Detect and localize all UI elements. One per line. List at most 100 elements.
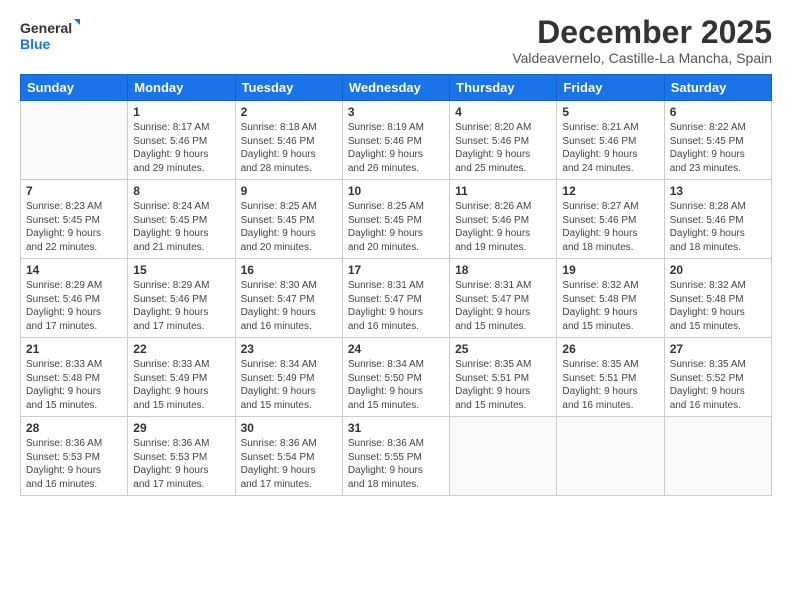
day-number: 3 [348,105,444,119]
day-info: Sunrise: 8:21 AMSunset: 5:46 PMDaylight:… [562,121,658,175]
day-info: Sunrise: 8:25 AMSunset: 5:45 PMDaylight:… [348,200,444,254]
logo: General Blue [20,15,80,55]
svg-text:Blue: Blue [20,36,51,52]
day-number: 25 [455,342,551,356]
day-number: 19 [562,263,658,277]
day-info: Sunrise: 8:29 AMSunset: 5:46 PMDaylight:… [26,279,122,333]
table-row: 12 Sunrise: 8:27 AMSunset: 5:46 PMDayligh… [557,180,664,259]
day-number: 2 [241,105,337,119]
table-row: 7 Sunrise: 8:23 AMSunset: 5:45 PMDaylight… [21,180,128,259]
table-row: 21 Sunrise: 8:33 AMSunset: 5:48 PMDayligh… [21,338,128,417]
col-sunday: Sunday [21,75,128,101]
day-info: Sunrise: 8:35 AMSunset: 5:51 PMDaylight:… [562,358,658,412]
table-row: 10 Sunrise: 8:25 AMSunset: 5:45 PMDayligh… [342,180,449,259]
day-info: Sunrise: 8:24 AMSunset: 5:45 PMDaylight:… [133,200,229,254]
day-number: 24 [348,342,444,356]
title-block: December 2025 Valdeavernelo, Castille-La… [512,15,772,66]
table-row: 4 Sunrise: 8:20 AMSunset: 5:46 PMDaylight… [450,101,557,180]
svg-text:General: General [20,20,72,36]
month-title: December 2025 [512,15,772,50]
day-info: Sunrise: 8:25 AMSunset: 5:45 PMDaylight:… [241,200,337,254]
day-number: 11 [455,184,551,198]
day-info: Sunrise: 8:23 AMSunset: 5:45 PMDaylight:… [26,200,122,254]
table-row: 24 Sunrise: 8:34 AMSunset: 5:50 PMDayligh… [342,338,449,417]
day-info: Sunrise: 8:20 AMSunset: 5:46 PMDaylight:… [455,121,551,175]
day-number: 18 [455,263,551,277]
table-row: 31Sunrise: 8:36 AMSunset: 5:55 PMDayligh… [342,417,449,496]
day-info: Sunrise: 8:36 AMSunset: 5:54 PMDaylight:… [241,437,337,491]
table-row: 30 Sunrise: 8:36 AMSunset: 5:54 PMDayligh… [235,417,342,496]
day-info: Sunrise: 8:22 AMSunset: 5:45 PMDaylight:… [670,121,766,175]
table-row: 9Sunrise: 8:25 AMSunset: 5:45 PMDaylight… [235,180,342,259]
page: General Blue December 2025 Valdeavernelo… [0,0,792,612]
day-number: 29 [133,421,229,435]
day-number: 21 [26,342,122,356]
day-number: 16 [241,263,337,277]
calendar-header-row: Sunday Monday Tuesday Wednesday Thursday… [21,75,772,101]
col-wednesday: Wednesday [342,75,449,101]
day-info: Sunrise: 8:30 AMSunset: 5:47 PMDaylight:… [241,279,337,333]
day-number: 13 [670,184,766,198]
table-row: 26Sunrise: 8:35 AMSunset: 5:51 PMDayligh… [557,338,664,417]
day-info: Sunrise: 8:18 AMSunset: 5:46 PMDaylight:… [241,121,337,175]
logo-svg: General Blue [20,15,80,55]
day-info: Sunrise: 8:31 AMSunset: 5:47 PMDaylight:… [348,279,444,333]
table-row: 6 Sunrise: 8:22 AMSunset: 5:45 PMDaylight… [664,101,771,180]
calendar-week-row: 14Sunrise: 8:29 AMSunset: 5:46 PMDayligh… [21,259,772,338]
day-number: 20 [670,263,766,277]
col-saturday: Saturday [664,75,771,101]
day-number: 5 [562,105,658,119]
day-info: Sunrise: 8:29 AMSunset: 5:46 PMDaylight:… [133,279,229,333]
day-number: 22 [133,342,229,356]
day-number: 28 [26,421,122,435]
day-info: Sunrise: 8:36 AMSunset: 5:55 PMDaylight:… [348,437,444,491]
day-info: Sunrise: 8:27 AMSunset: 5:46 PMDaylight:… [562,200,658,254]
day-info: Sunrise: 8:31 AMSunset: 5:47 PMDaylight:… [455,279,551,333]
day-info: Sunrise: 8:26 AMSunset: 5:46 PMDaylight:… [455,200,551,254]
day-info: Sunrise: 8:32 AMSunset: 5:48 PMDaylight:… [562,279,658,333]
day-number: 10 [348,184,444,198]
day-number: 7 [26,184,122,198]
table-row: 27Sunrise: 8:35 AMSunset: 5:52 PMDayligh… [664,338,771,417]
day-info: Sunrise: 8:36 AMSunset: 5:53 PMDaylight:… [26,437,122,491]
day-info: Sunrise: 8:33 AMSunset: 5:48 PMDaylight:… [26,358,122,412]
calendar-week-row: 1Sunrise: 8:17 AMSunset: 5:46 PMDaylight… [21,101,772,180]
day-number: 23 [241,342,337,356]
table-row: 14Sunrise: 8:29 AMSunset: 5:46 PMDayligh… [21,259,128,338]
table-row: 5 Sunrise: 8:21 AMSunset: 5:46 PMDaylight… [557,101,664,180]
col-monday: Monday [128,75,235,101]
day-info: Sunrise: 8:19 AMSunset: 5:46 PMDaylight:… [348,121,444,175]
table-row: 3 Sunrise: 8:19 AMSunset: 5:46 PMDaylight… [342,101,449,180]
table-row: 28 Sunrise: 8:36 AMSunset: 5:53 PMDayligh… [21,417,128,496]
col-tuesday: Tuesday [235,75,342,101]
table-row: 18 Sunrise: 8:31 AMSunset: 5:47 PMDayligh… [450,259,557,338]
day-number: 4 [455,105,551,119]
table-row: 16 Sunrise: 8:30 AMSunset: 5:47 PMDayligh… [235,259,342,338]
day-info: Sunrise: 8:28 AMSunset: 5:46 PMDaylight:… [670,200,766,254]
table-row: 23 Sunrise: 8:34 AMSunset: 5:49 PMDayligh… [235,338,342,417]
table-row: 13 Sunrise: 8:28 AMSunset: 5:46 PMDayligh… [664,180,771,259]
day-info: Sunrise: 8:34 AMSunset: 5:49 PMDaylight:… [241,358,337,412]
day-number: 30 [241,421,337,435]
day-number: 27 [670,342,766,356]
table-row [557,417,664,496]
day-info: Sunrise: 8:33 AMSunset: 5:49 PMDaylight:… [133,358,229,412]
day-number: 6 [670,105,766,119]
col-friday: Friday [557,75,664,101]
table-row [664,417,771,496]
calendar-week-row: 7 Sunrise: 8:23 AMSunset: 5:45 PMDaylight… [21,180,772,259]
table-row: 25Sunrise: 8:35 AMSunset: 5:51 PMDayligh… [450,338,557,417]
calendar-week-row: 21 Sunrise: 8:33 AMSunset: 5:48 PMDayligh… [21,338,772,417]
table-row [21,101,128,180]
day-number: 8 [133,184,229,198]
day-info: Sunrise: 8:32 AMSunset: 5:48 PMDaylight:… [670,279,766,333]
table-row: 29Sunrise: 8:36 AMSunset: 5:53 PMDayligh… [128,417,235,496]
calendar-week-row: 28 Sunrise: 8:36 AMSunset: 5:53 PMDayligh… [21,417,772,496]
location-title: Valdeavernelo, Castille-La Mancha, Spain [512,50,772,66]
calendar-table: Sunday Monday Tuesday Wednesday Thursday… [20,74,772,496]
day-info: Sunrise: 8:34 AMSunset: 5:50 PMDaylight:… [348,358,444,412]
day-number: 1 [133,105,229,119]
table-row: 17Sunrise: 8:31 AMSunset: 5:47 PMDayligh… [342,259,449,338]
day-number: 15 [133,263,229,277]
day-number: 12 [562,184,658,198]
